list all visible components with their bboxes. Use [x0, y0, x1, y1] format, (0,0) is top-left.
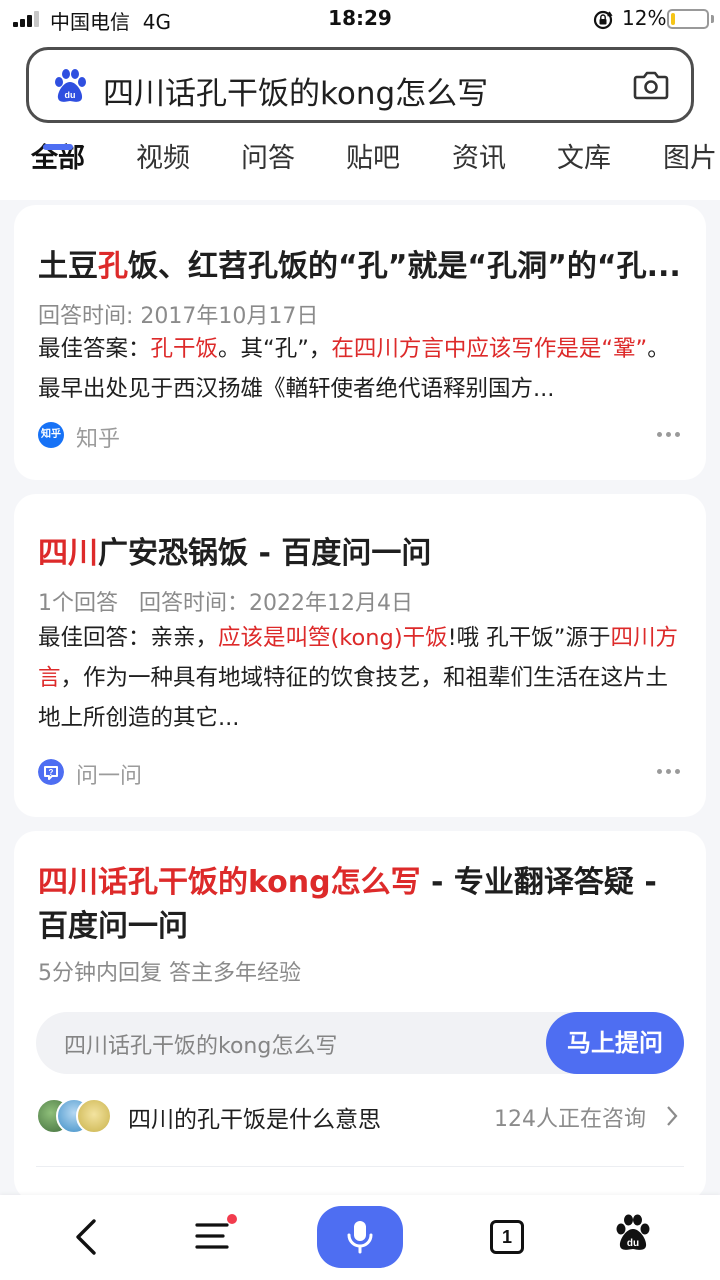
battery-tip [711, 15, 714, 23]
tab-images[interactable]: 图片 [663, 136, 717, 175]
result-source: 问一问 [76, 764, 143, 789]
battery-icon [667, 9, 709, 29]
result-title[interactable]: 四川广安恐锅饭 - 百度问一问 [38, 528, 686, 572]
tab-news[interactable]: 资讯 [452, 136, 506, 175]
status-bar: 中国电信 4G 18:29 12% [0, 0, 720, 40]
tab-video[interactable]: 视频 [136, 136, 190, 175]
bottom-nav: 1 du [0, 1195, 720, 1280]
avatar [76, 1098, 112, 1134]
result-card[interactable]: 土豆孔饭、红苕孔饭的“孔”就是“孔洞”的“孔... 回答时间: 2017年10月… [14, 205, 706, 480]
menu-icon[interactable] [194, 1219, 234, 1253]
baidu-logo-icon[interactable]: du [51, 67, 89, 105]
related-question[interactable]: 四川的孔干饭是什么意思 [128, 1100, 381, 1134]
notification-dot [227, 1214, 237, 1224]
tab-qa[interactable]: 问答 [241, 136, 295, 175]
svg-text:du: du [627, 1238, 639, 1249]
voice-search-button[interactable] [317, 1206, 403, 1268]
ask-input[interactable]: 四川话孔干饭的kong怎么写 [64, 1028, 337, 1060]
divider [36, 1166, 684, 1167]
svg-text:du: du [65, 90, 76, 100]
baidu-home-icon[interactable]: du [613, 1213, 653, 1253]
rotation-lock-icon [593, 10, 613, 30]
wenyiwen-icon: ? [38, 759, 64, 785]
result-title[interactable]: 土豆孔饭、红苕孔饭的“孔”就是“孔洞”的“孔... [38, 241, 686, 285]
result-title[interactable]: 四川话孔干饭的kong怎么写 - 专业翻译答疑 - 百度问一问 [38, 861, 686, 949]
tab-all[interactable]: 全部 [31, 136, 85, 175]
result-abstract: 最佳答案：孔干饭。其“孔”，在四川方言中应该写作是是“鞏”。最早出处见于西汉扬雄… [38, 336, 670, 402]
microphone-icon [347, 1221, 373, 1254]
ask-now-button[interactable]: 马上提问 [546, 1012, 684, 1074]
result-card[interactable]: 四川话孔干饭的kong怎么写 - 专业翻译答疑 - 百度问一问 5分钟内回复 答… [14, 831, 706, 1201]
result-meta: 1个回答 回答时间：2022年12月4日 [38, 591, 413, 616]
battery-percent: 12% [622, 6, 667, 30]
result-meta: 5分钟内回复 答主多年经验 [38, 961, 301, 986]
consult-count[interactable]: 124人正在咨询 [494, 1101, 646, 1133]
zhihu-icon: 知乎 [38, 422, 64, 448]
chevron-right-icon[interactable] [666, 1105, 678, 1127]
svg-text:?: ? [49, 768, 54, 777]
result-source: 知乎 [76, 427, 121, 452]
result-abstract: 最佳回答：亲亲，应该是叫箜(kong)干饭!哦 孔干饭”源于四川方言，作为一种具… [38, 625, 678, 731]
back-icon[interactable] [70, 1217, 102, 1257]
ask-bar[interactable]: 四川话孔干饭的kong怎么写 马上提问 [36, 1012, 684, 1074]
result-meta: 回答时间: 2017年10月17日 [38, 304, 319, 329]
result-card[interactable]: 四川广安恐锅饭 - 百度问一问 1个回答 回答时间：2022年12月4日 最佳回… [14, 494, 706, 817]
more-icon[interactable] [657, 769, 681, 775]
pages-icon[interactable]: 1 [490, 1220, 524, 1254]
active-tab-indicator [43, 144, 73, 150]
tab-bar: 全部 视频 问答 贴吧 资讯 文库 图片 [0, 136, 720, 184]
search-query: 四川话孔干饭的kong怎么写 [103, 76, 489, 112]
more-icon[interactable] [657, 432, 681, 438]
tab-tieba[interactable]: 贴吧 [346, 136, 400, 175]
search-input[interactable]: du 四川话孔干饭的kong怎么写 [26, 47, 694, 123]
camera-icon[interactable] [633, 68, 669, 102]
avatar-group [36, 1098, 116, 1134]
search-header: du 四川话孔干饭的kong怎么写 全部 视频 问答 贴吧 资讯 文库 图片 [0, 40, 720, 200]
tab-library[interactable]: 文库 [557, 136, 611, 175]
